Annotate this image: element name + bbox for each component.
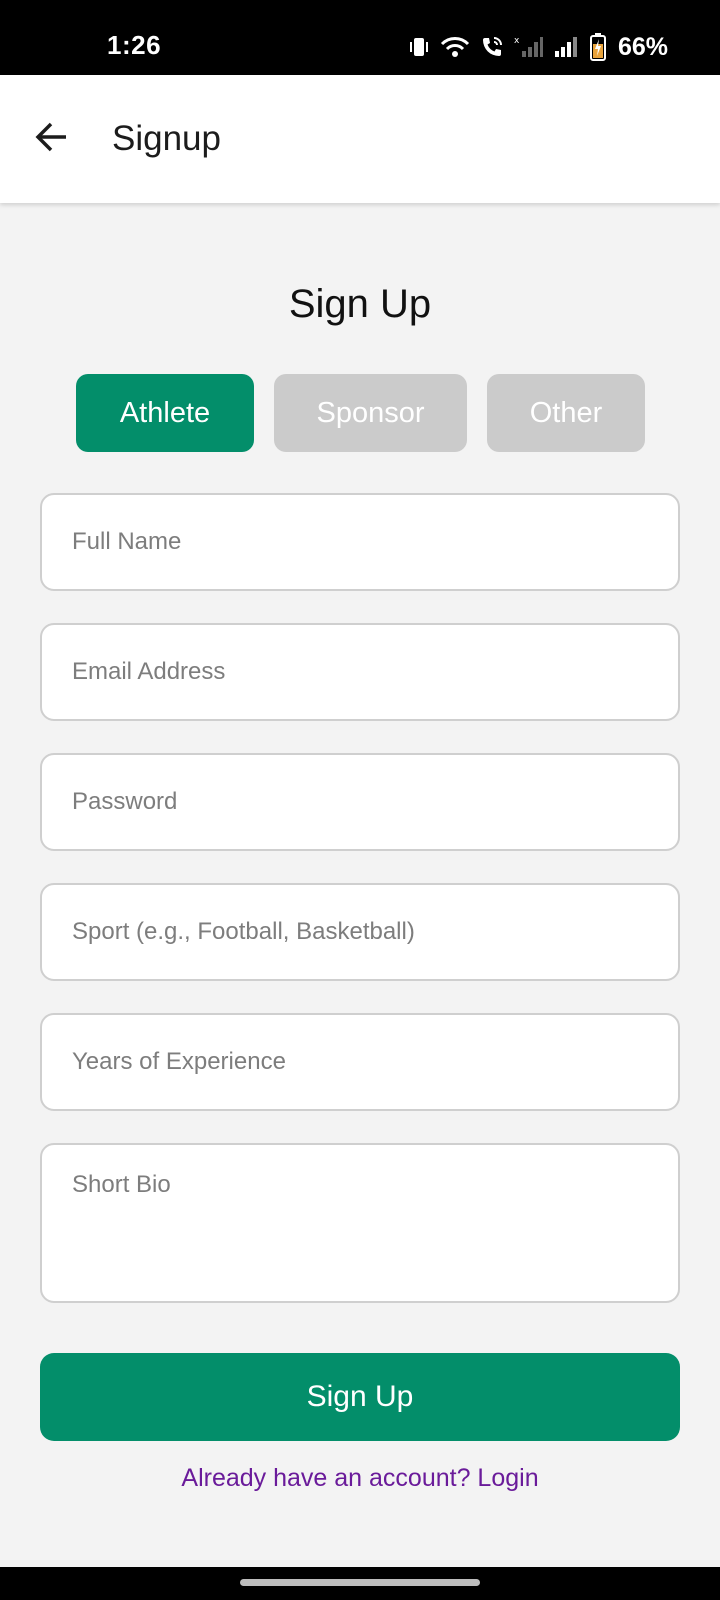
app-bar-title: Signup	[112, 119, 221, 158]
svg-text:x: x	[514, 36, 520, 46]
short-bio-textarea[interactable]	[40, 1143, 680, 1303]
role-athlete-button[interactable]: Athlete	[76, 374, 254, 452]
full-name-input[interactable]	[40, 493, 680, 591]
app-bar: Signup	[0, 75, 720, 203]
signal-sim1-icon: x	[514, 35, 544, 59]
status-icons: x 66%	[408, 32, 668, 62]
password-input[interactable]	[40, 753, 680, 851]
signal-sim2-icon	[554, 35, 580, 59]
back-button[interactable]	[28, 115, 76, 163]
navigation-bar	[0, 1567, 720, 1600]
status-time: 1:26	[107, 30, 162, 60]
sign-up-button[interactable]: Sign Up	[40, 1353, 680, 1441]
role-other-button[interactable]: Other	[487, 374, 645, 452]
status-bar: 1:26 x 66%	[0, 0, 720, 75]
battery-percent: 66%	[617, 32, 668, 61]
vibrate-icon	[408, 36, 430, 58]
years-of-experience-input[interactable]	[40, 1013, 680, 1111]
battery-charging-icon	[589, 33, 606, 61]
wifi-calling-icon	[480, 35, 504, 59]
login-link[interactable]: Already have an account? Login	[0, 1464, 720, 1493]
wifi-icon	[440, 35, 470, 59]
page-heading: Sign Up	[288, 282, 432, 326]
home-gesture-handle[interactable]	[240, 1579, 480, 1586]
sport-input[interactable]	[40, 883, 680, 981]
email-input[interactable]	[40, 623, 680, 721]
arrow-back-icon	[34, 119, 70, 160]
role-sponsor-button[interactable]: Sponsor	[274, 374, 467, 452]
